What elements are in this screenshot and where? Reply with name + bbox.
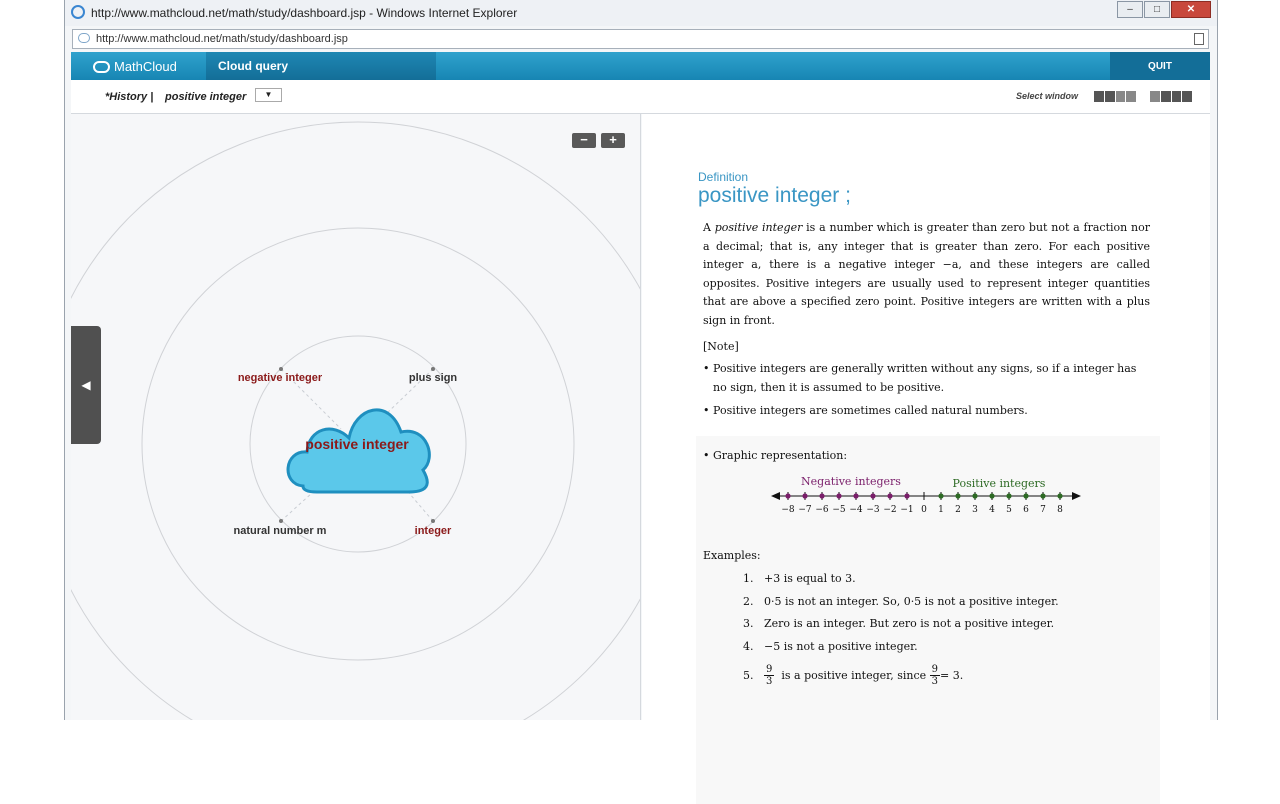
quit-button[interactable]: QUIT	[1110, 52, 1210, 80]
article-title: positive integer ;	[698, 184, 851, 207]
maximize-icon[interactable]: □	[1144, 1, 1170, 18]
number-line-tick-label: −1	[900, 505, 913, 515]
fraction: 93	[764, 664, 775, 687]
history-dropdown-button[interactable]: ▼	[255, 88, 282, 102]
example-item: 5. 93 is a positive integer, since 93 = …	[743, 664, 964, 687]
number-line-tick-label: 7	[1040, 505, 1046, 515]
window-title: http://www.mathcloud.net/math/study/dash…	[91, 6, 518, 20]
positive-point	[955, 493, 961, 499]
logo-text: MathCloud	[114, 59, 177, 74]
ie-icon	[71, 5, 85, 19]
node-dot	[279, 367, 283, 371]
node-dot	[279, 519, 283, 523]
select-window-label: Select window	[1016, 91, 1079, 101]
collapse-panel-handle[interactable]: ◀	[71, 326, 101, 444]
number-line-tick-label: 6	[1023, 505, 1029, 515]
number-line-tick-label: −6	[815, 505, 829, 515]
close-icon[interactable]: ✕	[1171, 1, 1211, 18]
page-icon	[78, 33, 90, 43]
left-arrow-icon	[771, 492, 780, 500]
compat-view-icon[interactable]	[1194, 33, 1204, 45]
negative-point	[904, 493, 910, 499]
history-label: *History |	[105, 91, 154, 103]
address-bar[interactable]: http://www.mathcloud.net/math/study/dash…	[72, 29, 1209, 49]
quit-label: QUIT	[1148, 61, 1172, 72]
history-query[interactable]: positive integer	[165, 91, 246, 103]
arrow-left-icon: ◀	[81, 378, 91, 392]
number-line-tick-label: −3	[866, 505, 880, 515]
number-line-tick-label: 1	[938, 505, 944, 515]
negative-point	[785, 493, 791, 499]
negative-point	[836, 493, 842, 499]
tab-label: Cloud query	[218, 59, 289, 73]
number-line-marks: −8 −7 −6 −5 −4 −3 −2 −1 0 1 2 3 4 5 6 7 8	[781, 492, 1063, 515]
note-item: • Positive integers are sometimes called …	[703, 404, 1028, 417]
positive-point	[938, 493, 944, 499]
definition-heading: Definition	[698, 170, 749, 184]
node-negative-integer: negative integer	[238, 372, 323, 384]
concept-map-panel[interactable]: positive integer negative integer plus s…	[71, 114, 641, 720]
number-line-tick-label: 3	[972, 505, 978, 515]
window-layout-option-2[interactable]	[1150, 91, 1193, 102]
number-line-tick-label: −7	[798, 505, 812, 515]
definition-term: positive integer	[714, 221, 803, 234]
number-line-tick-label: −2	[883, 505, 896, 515]
concept-map: positive integer negative integer plus s…	[71, 121, 640, 720]
definition-paragraph: A positive integer is a number which is …	[703, 221, 1150, 327]
number-line-tick-label: −4	[849, 505, 863, 515]
positive-point	[1057, 493, 1063, 499]
number-line-tick-label: 2	[955, 505, 961, 515]
node-dot	[431, 367, 435, 371]
graphic-label: • Graphic representation:	[703, 449, 848, 462]
tab-cloud-query[interactable]: Cloud query	[206, 52, 436, 80]
example-item: 1. +3 is equal to 3.	[743, 572, 856, 585]
examples-label: Examples:	[703, 549, 761, 562]
example-item: 4. −5 is not a positive integer.	[743, 640, 918, 653]
mathcloud-logo[interactable]: MathCloud	[93, 59, 177, 74]
cloud-icon	[93, 60, 110, 73]
definition-text: is a number which is greater than zero b…	[703, 221, 1150, 327]
positive-point	[1006, 493, 1012, 499]
zoom-in-button[interactable]: +	[601, 133, 625, 148]
number-line-diagram: Negative integers Positive integers −8 −7…	[771, 475, 1081, 515]
number-line-tick-label: −5	[832, 505, 846, 515]
app-header: MathCloud Cloud query QUIT	[71, 52, 1210, 80]
positive-point	[1023, 493, 1029, 499]
example-item: 3. Zero is an integer. But zero is not a…	[743, 617, 1055, 630]
center-node-label: positive integer	[305, 436, 409, 452]
positive-integers-label: Positive integers	[953, 477, 1046, 490]
url-text[interactable]: http://www.mathcloud.net/math/study/dash…	[96, 33, 348, 45]
title-bar: http://www.mathcloud.net/math/study/dash…	[65, 0, 1217, 26]
right-arrow-icon	[1072, 492, 1081, 500]
note-item: • Positive integers are generally written…	[703, 362, 1137, 394]
positive-point	[989, 493, 995, 499]
sub-toolbar: *History | positive integer ▼ Select win…	[71, 80, 1210, 114]
browser-window: http://www.mathcloud.net/math/study/dash…	[64, 0, 1218, 804]
fraction: 93	[929, 664, 940, 687]
node-natural-number: natural number m	[234, 525, 327, 537]
node-dot	[431, 519, 435, 523]
negative-point	[802, 493, 808, 499]
number-line-tick-label: 4	[989, 505, 995, 515]
negative-point	[819, 493, 825, 499]
example-item: 2. 0·5 is not an integer. So, 0·5 is not…	[743, 595, 1059, 608]
negative-point	[887, 493, 893, 499]
zoom-out-button[interactable]: −	[572, 133, 596, 148]
window-layout-option-1[interactable]	[1094, 91, 1137, 102]
number-line-tick-label: −8	[781, 505, 795, 515]
number-line-tick-label: 8	[1057, 505, 1063, 515]
window-controls: – □ ✕	[1116, 1, 1211, 18]
positive-point	[1040, 493, 1046, 499]
node-plus-sign: plus sign	[409, 372, 458, 384]
positive-point	[972, 493, 978, 499]
number-line-tick-label: 5	[1006, 505, 1012, 515]
node-integer: integer	[415, 525, 452, 537]
negative-point	[853, 493, 859, 499]
minimize-icon[interactable]: –	[1117, 1, 1143, 18]
negative-integers-label: Negative integers	[801, 475, 901, 488]
note-label: [Note]	[703, 340, 739, 353]
article-panel: Definition positive integer ; A positive…	[642, 114, 1210, 804]
number-line-tick-label: 0	[921, 505, 927, 515]
negative-point	[870, 493, 876, 499]
